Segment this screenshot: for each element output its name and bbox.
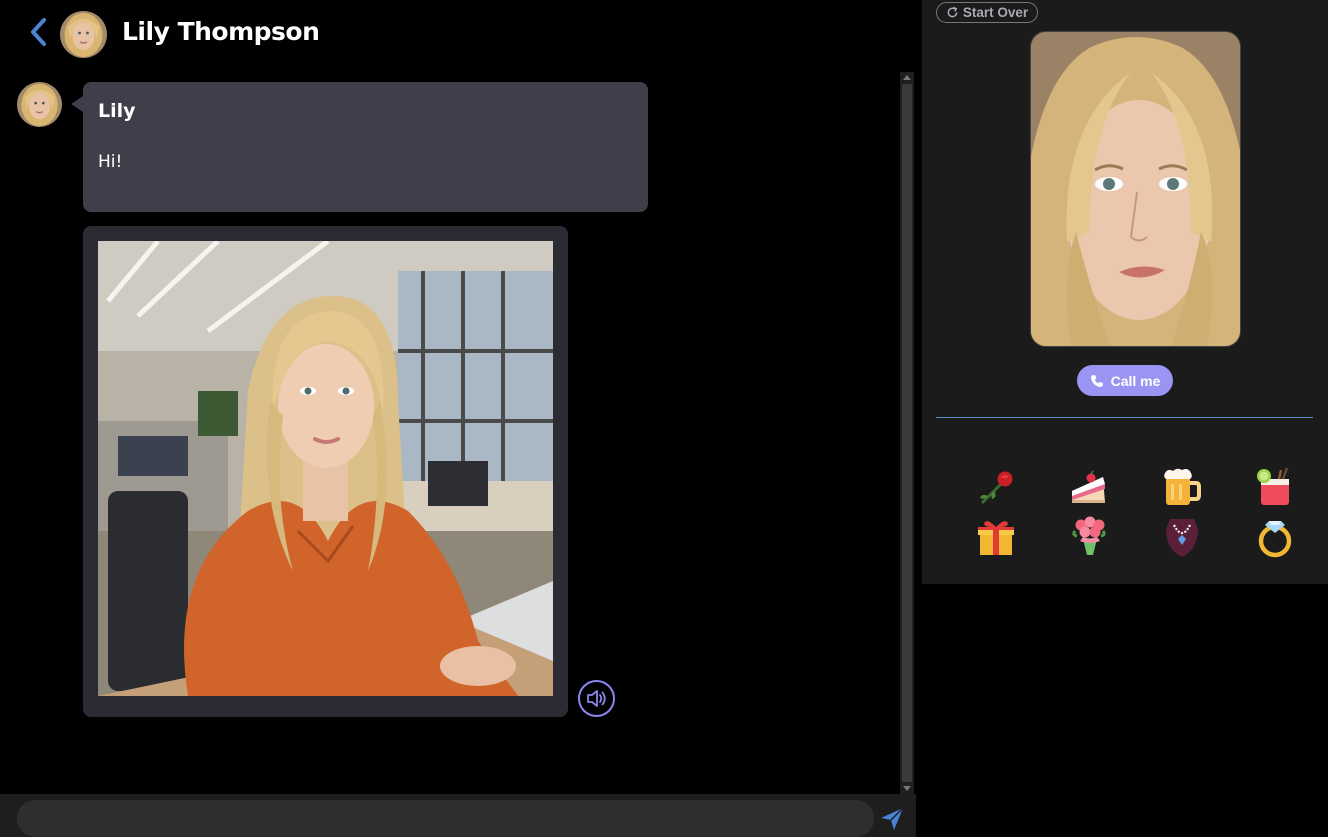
chat-photo[interactable] [98,241,553,696]
refresh-icon [947,6,958,18]
divider [936,417,1313,418]
gift-necklace[interactable] [1160,515,1204,559]
speaker-icon [587,690,606,707]
call-me-button[interactable]: Call me [1077,365,1173,396]
call-me-label: Call me [1110,372,1161,389]
back-button[interactable] [26,17,52,47]
message-sender: Lily [98,100,136,122]
gift-ring[interactable] [1253,515,1297,559]
gift-box[interactable] [974,515,1018,559]
scroll-down-icon[interactable] [903,786,911,791]
bouquet-icon [1072,516,1106,555]
app: Lily Thompson Lily Hi! Start Over Call m… [0,0,1328,837]
message-text: Hi! [98,152,123,172]
rose-icon [980,471,1013,505]
message-bubble: Lily Hi! [83,82,648,212]
composer [0,794,916,837]
contact-name: Lily Thompson [122,17,320,46]
avatar[interactable] [60,11,107,58]
start-over-button[interactable]: Start Over [936,2,1038,23]
start-over-label: Start Over [962,5,1029,20]
profile-photo [1030,31,1241,347]
audio-button[interactable] [578,680,615,717]
gift-beer[interactable] [1160,465,1204,509]
beer-icon [1164,468,1201,505]
scroll-thumb[interactable] [902,84,912,782]
phone-icon [1090,374,1103,387]
cake-icon [1072,470,1105,503]
gift-cocktail[interactable] [1253,465,1297,509]
message-avatar [17,82,62,127]
chat-panel: Lily Thompson Lily Hi! [0,0,916,837]
gift-cake[interactable] [1067,465,1111,509]
profile-panel: Start Over Call me [922,0,1328,584]
scroll-up-icon[interactable] [903,75,911,80]
ring-icon [1258,521,1292,558]
gift-box-icon [978,521,1014,555]
message-input[interactable] [17,800,874,837]
image-message [83,226,568,717]
bubble-tail [71,96,83,112]
gift-bouquet[interactable] [1067,515,1111,559]
chat-header: Lily Thompson [0,0,916,68]
send-button[interactable] [879,806,905,832]
gift-rose[interactable] [974,465,1018,509]
chat-scrollbar[interactable] [900,72,914,794]
chevron-left-icon [31,18,46,46]
send-icon [881,807,904,830]
necklace-icon [1166,519,1198,557]
cocktail-icon [1257,467,1289,505]
